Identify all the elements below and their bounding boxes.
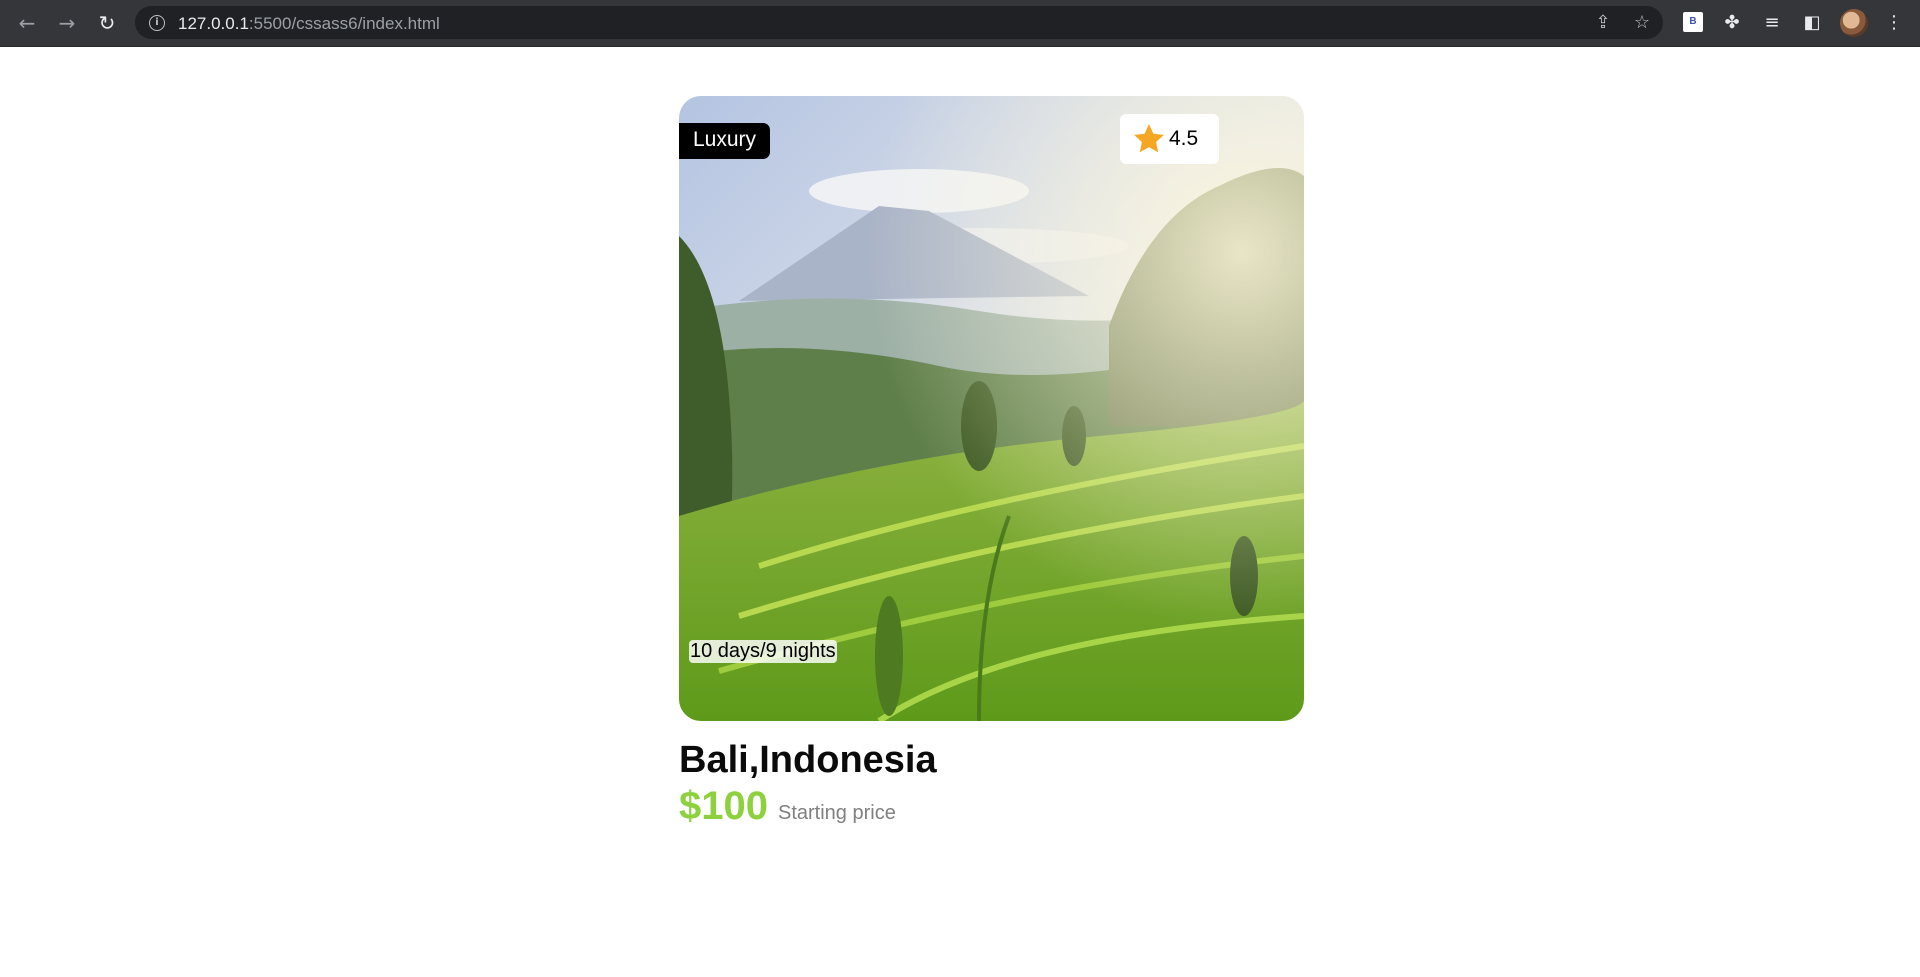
media-queue-icon[interactable]: ≡: [1760, 11, 1784, 35]
url-path: :5500/cssass6/index.html: [248, 14, 440, 33]
address-bar[interactable]: i 127.0.0.1:5500/cssass6/index.html ⇪ ☆: [135, 6, 1663, 39]
forward-icon[interactable]: →: [54, 10, 80, 36]
duration-label: 10 days/9 nights: [689, 640, 837, 663]
star-icon: [1134, 124, 1164, 153]
site-info-icon[interactable]: i: [149, 15, 165, 31]
rating-value: 4.5: [1169, 127, 1199, 150]
category-badge: Luxury: [679, 123, 771, 159]
share-icon[interactable]: ⇪: [1592, 12, 1614, 34]
destination-title: Bali,Indonesia: [679, 739, 937, 781]
price-value: $100: [679, 784, 768, 828]
menu-kebab-icon[interactable]: ⋮: [1882, 11, 1906, 35]
rice-terrace-image: [679, 96, 1304, 721]
tour-card[interactable]: Luxury 4.5 10 days/9 nights Bali,Indones…: [679, 96, 1304, 829]
reload-icon[interactable]: ↻: [94, 10, 120, 36]
url-host: 127.0.0.1: [178, 14, 249, 33]
url-text[interactable]: 127.0.0.1:5500/cssass6/index.html: [178, 14, 440, 34]
browser-toolbar: ← → ↻ i 127.0.0.1:5500/cssass6/index.htm…: [0, 0, 1920, 47]
bookmark-star-icon[interactable]: ☆: [1631, 12, 1653, 34]
extensions-puzzle-icon[interactable]: ✤: [1720, 11, 1744, 35]
side-panel-icon[interactable]: ◧: [1800, 11, 1824, 35]
profile-avatar[interactable]: [1840, 9, 1868, 37]
rating-badge: 4.5: [1120, 114, 1219, 164]
price-row: $100 Starting price: [679, 784, 1304, 829]
price-label: Starting price: [777, 802, 896, 824]
destination-photo: Luxury 4.5 10 days/9 nights: [679, 96, 1304, 721]
back-icon[interactable]: ←: [14, 10, 40, 36]
extension-b-icon[interactable]: B: [1683, 12, 1703, 32]
